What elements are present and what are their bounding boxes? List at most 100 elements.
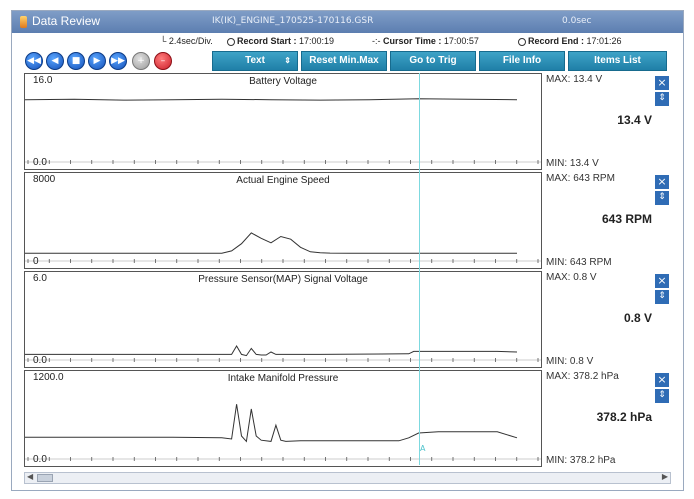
move-signal-button[interactable]: ⇕: [655, 389, 669, 403]
close-signal-button[interactable]: ×: [655, 373, 669, 387]
updown-arrows-icon: ⇕: [658, 291, 666, 301]
min-value: MIN: 0.8 V: [546, 356, 594, 367]
rewind-icon: ◀◀: [27, 56, 41, 66]
graph-panel-engine-speed: Actual Engine Speed 8000 0: [24, 172, 542, 269]
signal-graph: [25, 345, 541, 362]
close-icon: ×: [657, 76, 667, 89]
data-review-window: Data Review IK(IK)_ENGINE_170525-170116.…: [11, 10, 684, 491]
max-value: MAX: 13.4 V: [546, 74, 603, 85]
crosshair-icon: -:-: [372, 36, 381, 46]
current-value: 13.4 V: [617, 113, 652, 127]
minus-icon: –: [160, 56, 166, 66]
scale-min: 0: [33, 256, 39, 267]
go-to-trig-button[interactable]: Go to Trig: [390, 51, 476, 71]
current-value: 378.2 hPa: [596, 410, 652, 424]
min-value: MIN: 13.4 V: [546, 158, 599, 169]
scroll-right-icon[interactable]: ▶: [662, 472, 668, 481]
window-title: Data Review: [32, 14, 101, 28]
step-back-button[interactable]: ◀: [46, 52, 64, 70]
signal-name: Pressure Sensor(MAP) Signal Voltage: [198, 274, 368, 285]
horizontal-scrollbar[interactable]: ◀ ▶: [24, 472, 671, 484]
current-value: 0.8 V: [623, 311, 652, 325]
stop-icon: ■: [71, 56, 81, 66]
scroll-left-icon[interactable]: ◀: [27, 472, 33, 481]
signal-info-engine-speed: MAX: 643 RPM 643 RPM MIN: 643 RPM × ⇕: [544, 172, 684, 269]
time-division-icon: └: [160, 36, 167, 46]
signal-name: Intake Manifold Pressure: [227, 373, 339, 384]
clock-icon: [518, 38, 526, 46]
record-end: Record End : 17:01:26: [518, 36, 622, 46]
zoom-out-button[interactable]: –: [154, 52, 172, 70]
zoom-in-button[interactable]: +: [132, 52, 150, 70]
record-start-value: 17:00:19: [299, 36, 335, 46]
items-list-button[interactable]: Items List: [568, 51, 667, 71]
rewind-button[interactable]: ◀◀: [25, 52, 43, 70]
play-icon: ▶: [93, 56, 101, 66]
graph-panel-battery-voltage: Battery Voltage 16.0 0.0: [24, 73, 542, 170]
max-value: MAX: 378.2 hPa: [546, 371, 619, 382]
toolbar: ◀◀ ◀ ■ ▶ ▶▶ + – Text ⇕ Reset Min.Max Go …: [12, 51, 683, 71]
signal-trace: [25, 404, 518, 443]
signal-trace: [25, 345, 518, 357]
graph-panel-manifold-pressure: Intake Manifold Pressure 1200.0 0.0: [24, 370, 542, 467]
updown-arrows-icon: ⇕: [658, 390, 666, 400]
step-back-icon: ◀: [51, 56, 59, 66]
app-icon: [20, 16, 27, 28]
updown-icon: ⇕: [284, 56, 291, 65]
min-value: MIN: 378.2 hPa: [546, 455, 616, 466]
elapsed-time: 0.0sec: [562, 16, 592, 26]
max-value: MAX: 643 RPM: [546, 173, 615, 184]
title-bar: Data Review IK(IK)_ENGINE_170525-170116.…: [12, 11, 683, 33]
move-signal-button[interactable]: ⇕: [655, 191, 669, 205]
clock-icon: [227, 38, 235, 46]
reset-minmax-button[interactable]: Reset Min.Max: [301, 51, 387, 71]
signal-info-manifold-pressure: MAX: 378.2 hPa 378.2 hPa MIN: 378.2 hPa …: [544, 370, 684, 467]
close-signal-button[interactable]: ×: [655, 76, 669, 90]
stop-button[interactable]: ■: [67, 52, 85, 70]
record-info-bar: └ 2.4sec/Div. Record Start : 17:00:19 -:…: [12, 35, 683, 49]
signal-graph: [25, 404, 541, 461]
file-name: IK(IK)_ENGINE_170525-170116.GSR: [212, 16, 374, 26]
scale-max: 1200.0: [33, 372, 64, 383]
updown-arrows-icon: ⇕: [658, 192, 666, 202]
move-signal-button[interactable]: ⇕: [655, 290, 669, 304]
min-value: MIN: 643 RPM: [546, 257, 612, 268]
signal-info-map-voltage: MAX: 0.8 V 0.8 V MIN: 0.8 V × ⇕: [544, 271, 684, 368]
record-end-value: 17:01:26: [586, 36, 622, 46]
updown-arrows-icon: ⇕: [658, 93, 666, 103]
file-info-button[interactable]: File Info: [479, 51, 565, 71]
scale-min: 0.0: [33, 355, 47, 366]
time-cursor[interactable]: [419, 73, 420, 465]
signal-trace: [25, 232, 517, 254]
scale-max: 8000: [33, 174, 56, 185]
close-icon: ×: [657, 175, 667, 188]
max-value: MAX: 0.8 V: [546, 272, 597, 283]
scroll-thumb[interactable]: [37, 474, 53, 482]
signal-name: Actual Engine Speed: [236, 175, 330, 186]
scale-max: 16.0: [33, 75, 53, 86]
close-icon: ×: [657, 373, 667, 386]
cursor-time-value: 17:00:57: [443, 36, 479, 46]
signal-name: Battery Voltage: [249, 76, 317, 87]
scale-max: 6.0: [33, 273, 47, 284]
fast-forward-icon: ▶▶: [111, 56, 125, 66]
record-start: Record Start : 17:00:19: [227, 36, 334, 46]
text-mode-select[interactable]: Text ⇕: [212, 51, 298, 71]
cursor-time: -:- Cursor Time : 17:00:57: [372, 36, 479, 46]
time-division: └ 2.4sec/Div.: [160, 36, 213, 46]
signal-trace: [25, 98, 518, 101]
play-button[interactable]: ▶: [88, 52, 106, 70]
signal-info-battery-voltage: MAX: 13.4 V 13.4 V MIN: 13.4 V × ⇕: [544, 73, 684, 170]
close-icon: ×: [657, 274, 667, 287]
close-signal-button[interactable]: ×: [655, 274, 669, 288]
graph-panel-map-voltage: Pressure Sensor(MAP) Signal Voltage 6.0 …: [24, 271, 542, 368]
signal-graph: [25, 98, 541, 164]
move-signal-button[interactable]: ⇕: [655, 92, 669, 106]
current-value: 643 RPM: [601, 212, 652, 226]
fast-forward-button[interactable]: ▶▶: [109, 52, 127, 70]
signal-graph: [25, 232, 541, 263]
plus-icon: +: [137, 56, 145, 66]
close-signal-button[interactable]: ×: [655, 175, 669, 189]
scale-min: 0.0: [33, 454, 47, 465]
cursor-label: A: [420, 444, 426, 453]
